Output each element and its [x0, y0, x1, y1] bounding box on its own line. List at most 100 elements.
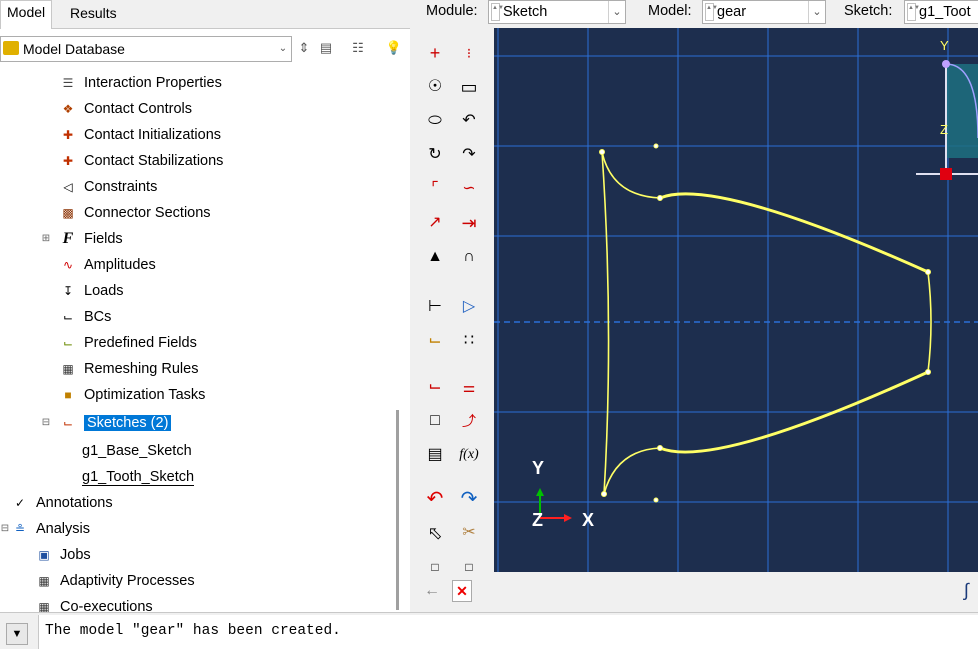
predefined-fields-icon: ⌙ — [62, 336, 74, 351]
tree-item-contact-controls[interactable]: ❖ Contact Controls — [58, 97, 192, 121]
model-database-label: Model Database — [23, 41, 125, 57]
tab-model[interactable]: Model — [0, 0, 53, 29]
mirror-icon[interactable]: ▷ — [454, 292, 484, 322]
spline-points-icon[interactable]: ⁝ — [454, 38, 484, 68]
tree-item-g1-tooth-sketch[interactable]: g1_Tooth_Sketch — [82, 465, 195, 489]
delete-edges-icon[interactable]: □ — [420, 406, 450, 436]
tree-item-interaction-properties[interactable]: ☰ Interaction Properties — [58, 71, 222, 95]
tree-item-optimization-tasks[interactable]: ■ Optimization Tasks — [58, 383, 205, 407]
database-toolbar: Model Database ⌄ ⇕ ▤ ☷ 💡 — [0, 36, 410, 64]
vertex[interactable] — [657, 445, 663, 451]
tree-item-amplitudes[interactable]: ∿ Amplitudes — [58, 253, 156, 277]
upper-fillet — [601, 151, 661, 199]
connector-sections-icon: ▩ — [62, 206, 74, 221]
chevron-down-icon: ⌄ — [278, 43, 288, 54]
arc-three-points-icon[interactable]: ↻ — [420, 140, 450, 170]
vertex[interactable] — [601, 491, 607, 497]
tree-item-jobs[interactable]: ▣ Jobs — [34, 543, 90, 567]
tree-item-connector-sections[interactable]: ▩ Connector Sections — [58, 201, 210, 225]
filter-icon[interactable]: ☷ — [348, 38, 368, 58]
fillet-icon[interactable]: ⌜ — [420, 174, 450, 204]
tree-item-annotations[interactable]: ✓ Annotations — [10, 491, 113, 515]
model-tree: ☰ Interaction Properties ❖ Contact Control… — [0, 68, 398, 612]
tree-item-sketches[interactable]: ⊟ ⌙ Sketches (2) — [40, 411, 172, 435]
module-value: Sketch — [503, 4, 548, 20]
partial-tool-icon[interactable]: □ — [454, 552, 484, 572]
sketch-select[interactable]: ▲▼ g1_Toot — [904, 0, 978, 24]
module-label: Module: — [426, 3, 478, 19]
circle-center-perimeter-icon[interactable]: ☉ — [420, 72, 450, 102]
ellipse-icon[interactable]: ⬭ — [420, 106, 450, 136]
mini-triad-dot — [942, 60, 950, 68]
tree-scrollbar[interactable] — [396, 410, 399, 610]
isolated-point-icon[interactable]: + — [420, 38, 450, 68]
model-tree-panel: Model Results Model Database ⌄ ⇕ ▤ ☷ 💡 ☰… — [0, 0, 411, 612]
sketches-icon: ⌙ — [62, 416, 74, 431]
message-area: ▼ The model "gear" has been created. — [0, 612, 978, 649]
arc-tangent-icon[interactable]: ↷ — [454, 140, 484, 170]
dimension-icon[interactable]: ⇥ — [454, 208, 484, 238]
vertex[interactable] — [925, 269, 931, 275]
split-icon[interactable]: ⤴ — [454, 406, 484, 436]
tree-item-fields[interactable]: ⊞ F Fields — [40, 227, 123, 251]
tab-results[interactable]: Results — [64, 2, 123, 26]
triad-y-arrow — [536, 488, 544, 496]
edit-dimension-icon[interactable]: ⚌ — [454, 372, 484, 402]
sketch-options-icon[interactable]: ▤ — [420, 440, 450, 470]
tree-item-predefined-fields[interactable]: ⌙ Predefined Fields — [58, 331, 197, 355]
project-edges-icon[interactable]: ⌙ — [420, 372, 450, 402]
redo-icon[interactable]: ↷ — [454, 484, 484, 514]
lightbulb-icon[interactable]: 💡 — [384, 38, 404, 58]
chevron-down-icon: ⌄ — [808, 1, 825, 23]
tree-item-contact-initializations[interactable]: ✚ Contact Initializations — [58, 123, 221, 147]
tree-item-analysis[interactable]: ⊟ ≗ Analysis — [0, 517, 90, 541]
tree-item-constraints[interactable]: ◁ Constraints — [58, 175, 157, 199]
select-arrow-icon[interactable]: ⬁ — [420, 518, 450, 548]
model-select[interactable]: ▲▼ gear ⌄ — [702, 0, 826, 24]
tooth-profile — [601, 151, 932, 495]
model-database-select[interactable]: Model Database ⌄ — [0, 36, 292, 62]
collapse-tree-icon[interactable]: ⊟ — [0, 520, 10, 538]
pattern-icon[interactable]: ∷ — [454, 326, 484, 356]
sort-icon[interactable]: ⇕ — [294, 38, 314, 58]
construction-line-icon[interactable]: ↗ — [420, 208, 450, 238]
message-toggle-icon[interactable]: ▼ — [6, 623, 28, 645]
co-executions-icon: ▦ — [38, 600, 50, 612]
collapse-tree-icon[interactable]: ⊟ — [40, 414, 52, 432]
parameter-expression-icon[interactable]: f(x) — [454, 440, 484, 470]
tree-item-adaptivity-processes[interactable]: ▦ Adaptivity Processes — [34, 569, 194, 593]
tree-item-contact-stabilizations[interactable]: ✚ Contact Stabilizations — [58, 149, 223, 173]
spline-icon[interactable]: ∽ — [454, 174, 484, 204]
cancel-x-icon[interactable]: ✕ — [452, 580, 472, 602]
tree-item-loads[interactable]: ↧ Loads — [58, 279, 124, 303]
jobs-icon: ▣ — [38, 548, 50, 563]
offset-curve-icon[interactable]: ∩ — [454, 242, 484, 272]
root-arc — [601, 151, 610, 495]
module-select[interactable]: ▲▼ Sketch ⌄ — [488, 0, 626, 24]
center-point[interactable] — [653, 497, 659, 503]
tree-item-bcs[interactable]: ⌙ BCs — [58, 305, 111, 329]
center-point[interactable] — [653, 143, 659, 149]
expand-icon[interactable]: ⊞ — [40, 230, 52, 248]
tree-item-remeshing-rules[interactable]: ▦ Remeshing Rules — [58, 357, 198, 381]
trim-icon[interactable]: ⊢ — [420, 292, 450, 322]
eraser-icon[interactable]: ✂ — [454, 518, 484, 548]
mini-triad-origin — [940, 168, 952, 180]
partial-tool-icon[interactable]: □ — [420, 552, 450, 572]
undo-icon[interactable]: ↶ — [420, 484, 450, 514]
rectangle-icon[interactable]: ▭ — [454, 72, 484, 102]
vertex[interactable] — [657, 195, 663, 201]
translate-icon[interactable]: ⌙ — [420, 326, 450, 356]
vertex[interactable] — [599, 149, 605, 155]
tree-item-co-executions[interactable]: ▦ Co-executions — [34, 595, 152, 612]
tree-item-g1-base-sketch[interactable]: g1_Base_Sketch — [82, 439, 192, 463]
logo-icon: ∫ — [964, 580, 969, 600]
fillet-arc-icon[interactable]: ↶ — [454, 106, 484, 136]
sketch-viewport[interactable]: Y Z X Y Z — [494, 28, 978, 572]
vertex[interactable] — [925, 369, 931, 375]
collapse-icon[interactable]: ▤ — [316, 38, 336, 58]
analysis-icon: ≗ — [14, 522, 26, 537]
context-bar: Module: ▲▼ Sketch ⌄ Model: ▲▼ gear ⌄ Ske… — [410, 0, 978, 28]
constraint-icon[interactable]: ▲ — [420, 242, 450, 272]
back-arrow-icon[interactable]: ← — [424, 582, 440, 600]
